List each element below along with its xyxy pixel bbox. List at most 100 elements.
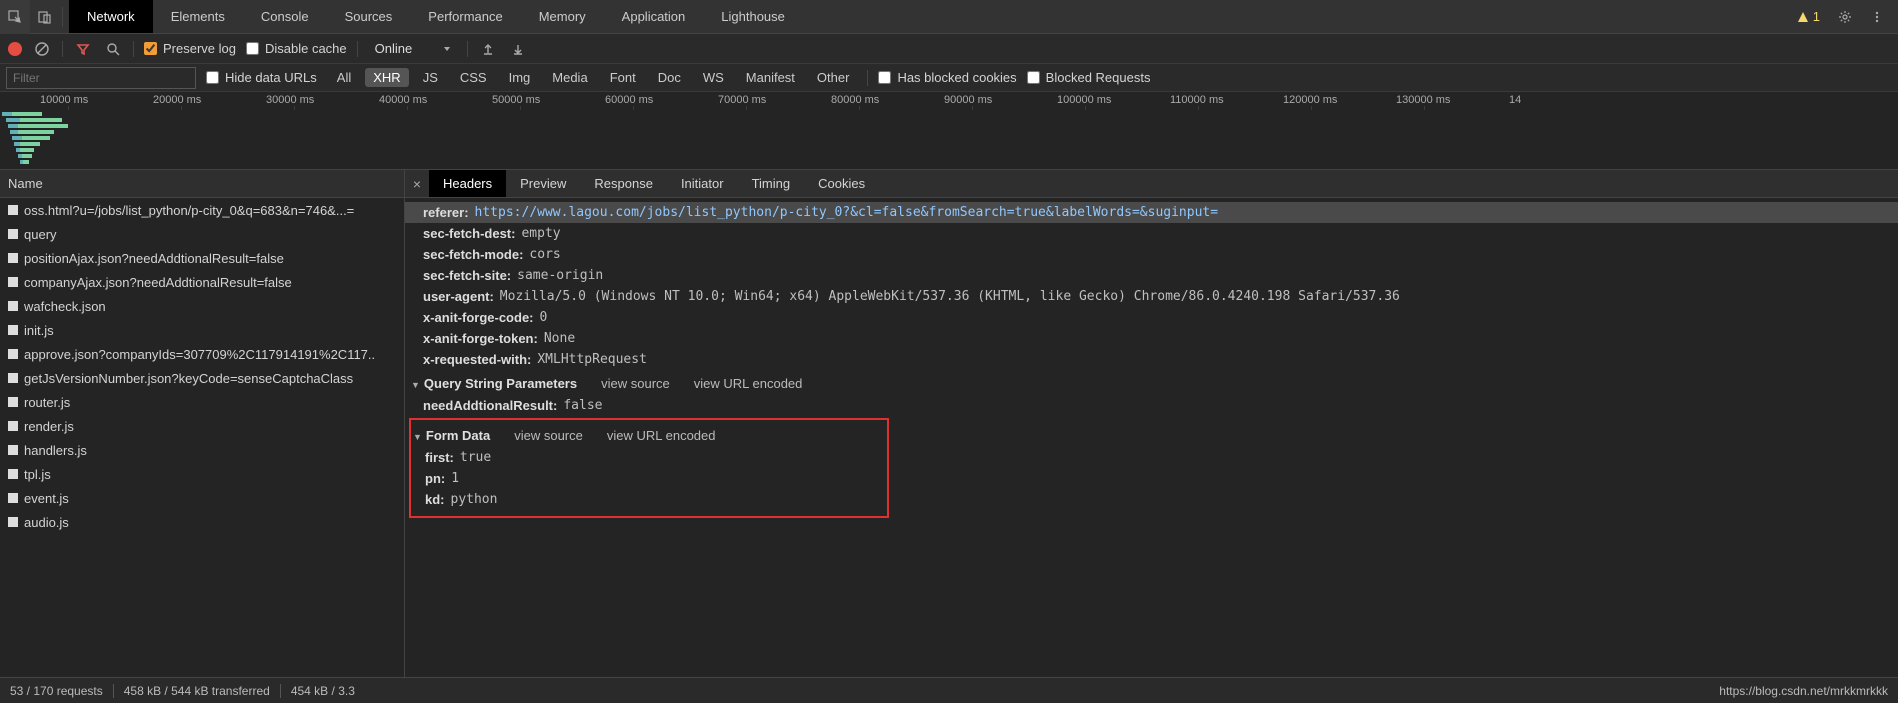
view-source-link[interactable]: view source [514,428,583,443]
filter-type-img[interactable]: Img [501,68,539,87]
download-har-icon[interactable] [508,39,528,59]
filter-type-other[interactable]: Other [809,68,858,87]
request-row[interactable]: event.js [0,486,404,510]
record-button[interactable] [8,42,22,56]
view-source-link[interactable]: view source [601,376,670,391]
filter-type-manifest[interactable]: Manifest [738,68,803,87]
details-tab-timing[interactable]: Timing [738,170,805,197]
details-tab-initiator[interactable]: Initiator [667,170,738,197]
header-entry: x-requested-with:XMLHttpRequest [423,349,1898,370]
blocked-cookies-input[interactable] [878,71,891,84]
details-tab-cookies[interactable]: Cookies [804,170,879,197]
header-name: x-requested-with: [423,352,531,367]
filter-type-css[interactable]: CSS [452,68,495,87]
panel-tab-console[interactable]: Console [243,0,327,33]
request-row[interactable]: router.js [0,390,404,414]
requests-panel: Name oss.html?u=/jobs/list_python/p-city… [0,170,405,677]
panel-tab-sources[interactable]: Sources [327,0,411,33]
request-row[interactable]: approve.json?companyIds=307709%2C1179141… [0,342,404,366]
timeline-waterfall [2,112,68,166]
filter-type-all[interactable]: All [329,68,359,87]
panel-tab-performance[interactable]: Performance [410,0,520,33]
view-url-encoded-link[interactable]: view URL encoded [694,376,803,391]
header-value: https://www.lagou.com/jobs/list_python/p… [475,205,1219,220]
filter-type-xhr[interactable]: XHR [365,68,408,87]
disable-cache-checkbox[interactable]: Disable cache [246,41,347,56]
header-value: 0 [540,310,548,325]
section-title[interactable]: Form Data [413,428,490,443]
file-icon [8,229,18,239]
chevron-down-icon[interactable] [437,39,457,59]
request-row[interactable]: query [0,222,404,246]
params-section: Query String Parameters view source view U… [411,370,1898,395]
filter-input[interactable] [6,67,196,89]
details-tab-headers[interactable]: Headers [429,170,506,197]
header-entry: sec-fetch-mode:cors [423,244,1898,265]
request-name: tpl.js [24,467,51,482]
hide-data-urls-input[interactable] [206,71,219,84]
filter-icon[interactable] [73,39,93,59]
request-name: oss.html?u=/jobs/list_python/p-city_0&q=… [24,203,354,218]
panel-tab-memory[interactable]: Memory [521,0,604,33]
more-icon[interactable] [1862,0,1892,34]
panel-tab-application[interactable]: Application [604,0,704,33]
clear-icon[interactable] [32,39,52,59]
settings-icon[interactable] [1830,0,1860,34]
filter-type-font[interactable]: Font [602,68,644,87]
param-name: kd: [425,492,445,507]
search-icon[interactable] [103,39,123,59]
filter-type-js[interactable]: JS [415,68,446,87]
blocked-cookies-checkbox[interactable]: Has blocked cookies [878,70,1016,85]
request-name: positionAjax.json?needAddtionalResult=fa… [24,251,284,266]
filter-type-media[interactable]: Media [544,68,595,87]
request-row[interactable]: companyAjax.json?needAddtionalResult=fal… [0,270,404,294]
hide-data-urls-checkbox[interactable]: Hide data URLs [206,70,317,85]
timeline-overview[interactable]: 10000 ms20000 ms30000 ms40000 ms50000 ms… [0,92,1898,170]
request-row[interactable]: init.js [0,318,404,342]
param-value: true [460,450,491,465]
upload-har-icon[interactable] [478,39,498,59]
blocked-cookies-label: Has blocked cookies [897,70,1016,85]
filter-type-ws[interactable]: WS [695,68,732,87]
request-row[interactable]: tpl.js [0,462,404,486]
inspect-element-icon[interactable] [0,0,30,34]
header-name: sec-fetch-dest: [423,226,515,241]
view-url-encoded-link[interactable]: view URL encoded [607,428,716,443]
disable-cache-input[interactable] [246,42,259,55]
panel-tab-network[interactable]: Network [69,0,153,33]
request-name: render.js [24,419,74,434]
section-title[interactable]: Query String Parameters [411,376,577,391]
request-row[interactable]: render.js [0,414,404,438]
details-tab-response[interactable]: Response [580,170,667,197]
blocked-requests-input[interactable] [1027,71,1040,84]
header-name: x-anit-forge-code: [423,310,534,325]
watermark: https://blog.csdn.net/mrkkmrkkk [1719,684,1888,698]
throttle-select[interactable]: Online [368,38,434,59]
preserve-log-input[interactable] [144,42,157,55]
request-row[interactable]: audio.js [0,510,404,534]
panel-tab-lighthouse[interactable]: Lighthouse [703,0,803,33]
separator [280,684,281,698]
header-entry: sec-fetch-dest:empty [423,223,1898,244]
filter-type-doc[interactable]: Doc [650,68,689,87]
preserve-log-checkbox[interactable]: Preserve log [144,41,236,56]
request-row[interactable]: positionAjax.json?needAddtionalResult=fa… [0,246,404,270]
blocked-requests-label: Blocked Requests [1046,70,1151,85]
param-value: 1 [451,471,459,486]
request-row[interactable]: oss.html?u=/jobs/list_python/p-city_0&q=… [0,198,404,222]
file-icon [8,277,18,287]
requests-header[interactable]: Name [0,170,404,198]
header-value: same-origin [517,268,603,283]
tick-line [1198,106,1199,110]
request-row[interactable]: wafcheck.json [0,294,404,318]
warning-badge[interactable]: 1 [1789,9,1828,24]
panel-tab-elements[interactable]: Elements [153,0,243,33]
details-tab-preview[interactable]: Preview [506,170,580,197]
file-icon [8,445,18,455]
blocked-requests-checkbox[interactable]: Blocked Requests [1027,70,1151,85]
close-details-icon[interactable]: × [405,176,429,192]
request-row[interactable]: getJsVersionNumber.json?keyCode=senseCap… [0,366,404,390]
device-toggle-icon[interactable] [30,0,60,34]
request-row[interactable]: handlers.js [0,438,404,462]
separator [62,7,63,27]
